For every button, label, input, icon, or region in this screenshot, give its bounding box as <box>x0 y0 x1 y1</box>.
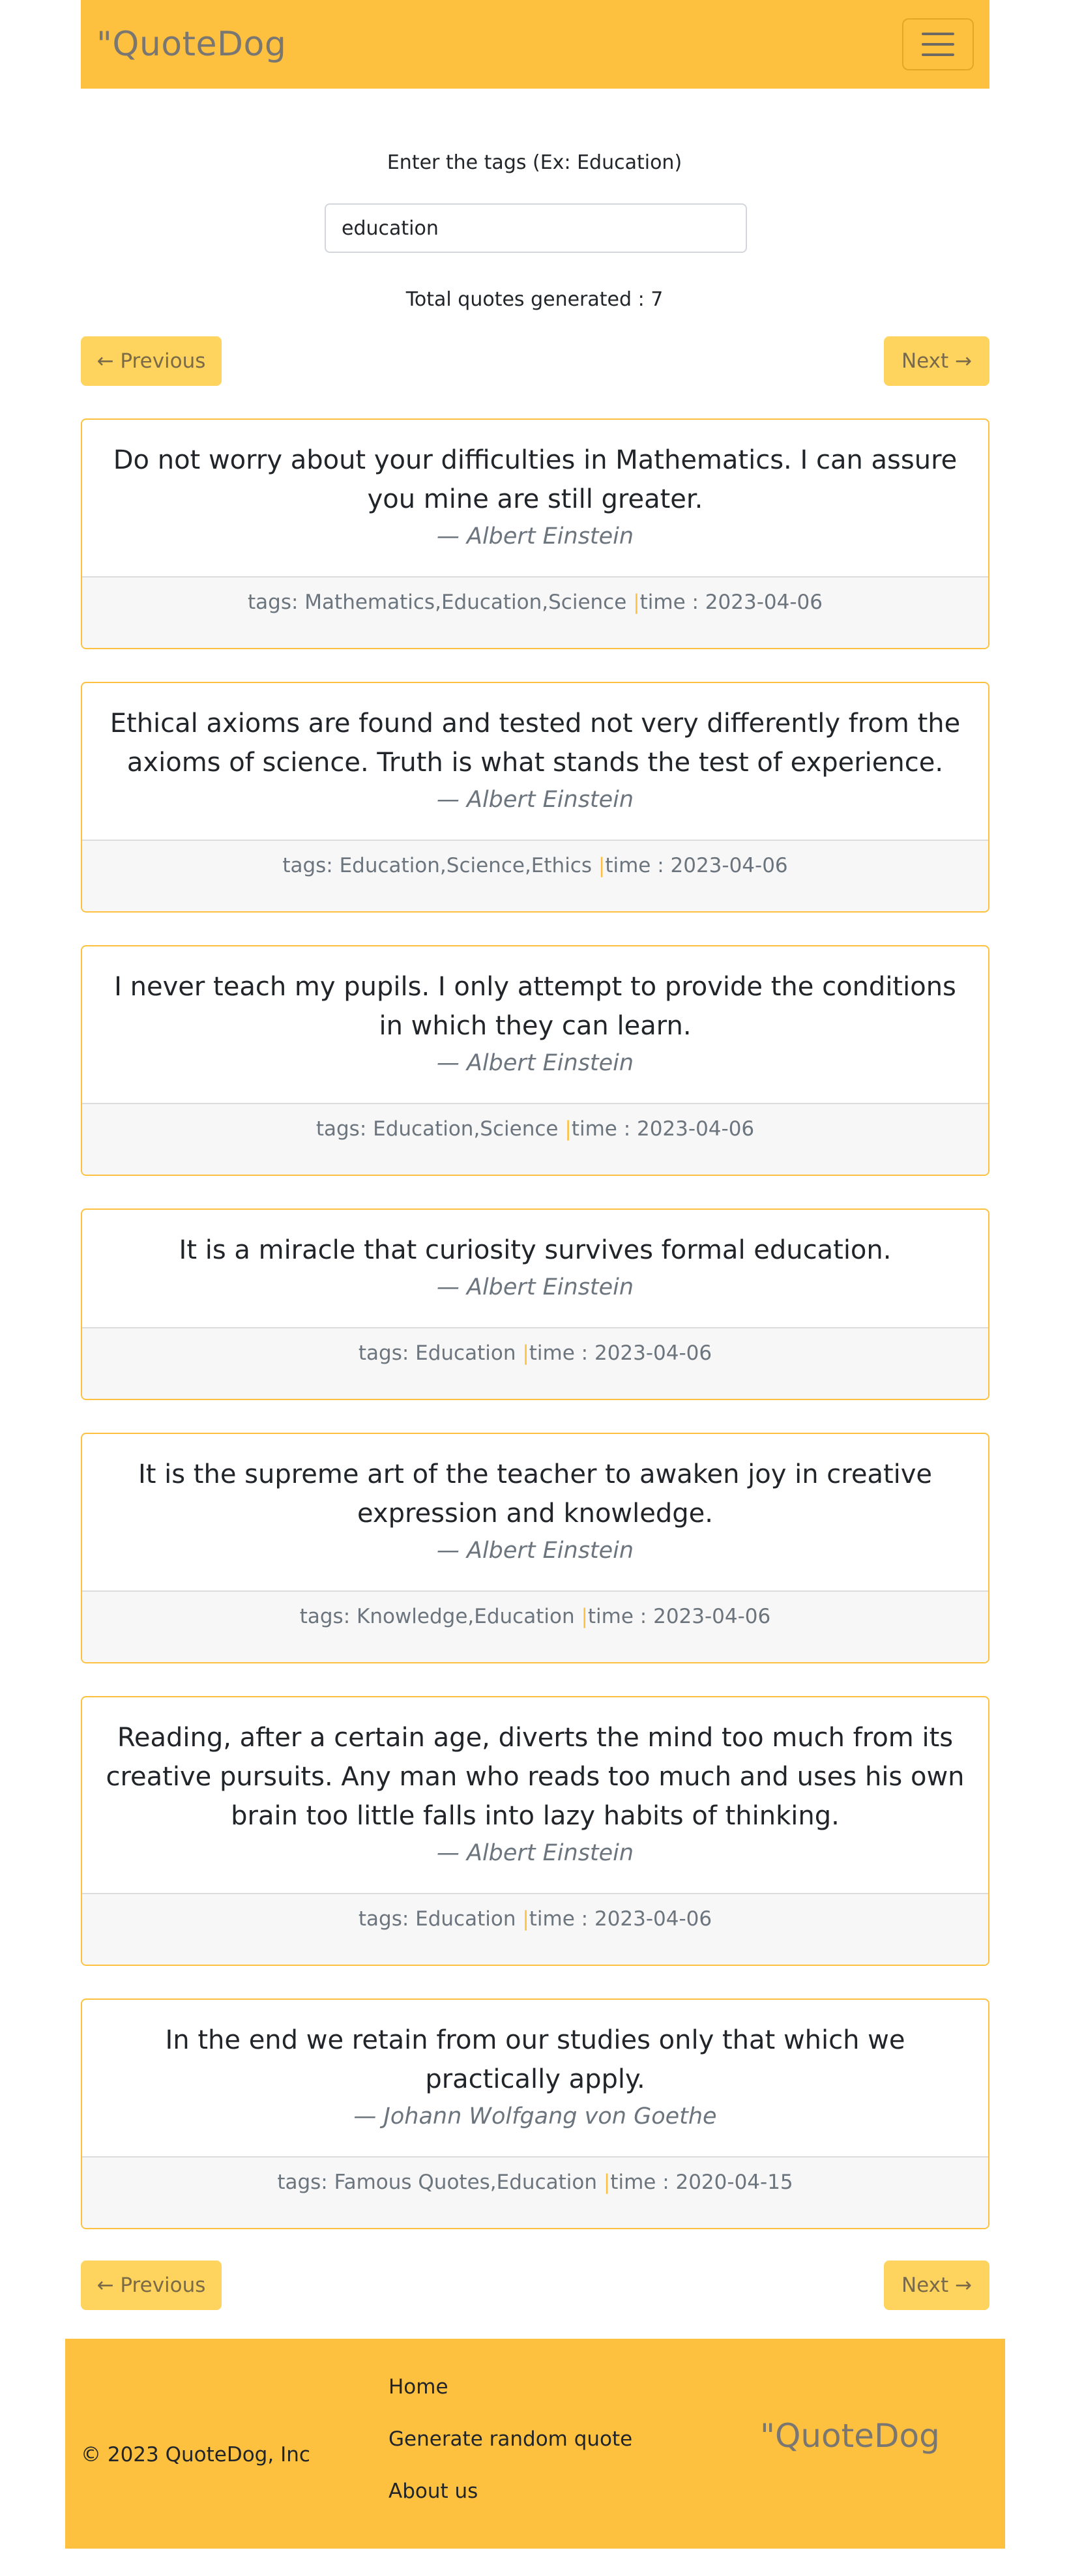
quote-card: Do not worry about your difficulties in … <box>81 418 989 649</box>
quote-text: Reading, after a certain age, diverts th… <box>106 1723 965 1831</box>
quote-card: It is a miracle that curiosity survives … <box>81 1208 989 1400</box>
quote-card: I never teach my pupils. I only attempt … <box>81 945 989 1176</box>
meta-separator: | <box>598 854 606 877</box>
quote-card: Reading, after a certain age, diverts th… <box>81 1696 989 1966</box>
quote-text: Do not worry about your difficulties in … <box>113 445 958 514</box>
previous-button[interactable]: ← Previous <box>81 336 222 386</box>
quote-meta: tags: Education,Science |time : 2023-04-… <box>82 1103 988 1175</box>
hamburger-menu-icon <box>922 33 954 35</box>
site-footer: © 2023 QuoteDog, Inc Home Generate rando… <box>65 2339 1005 2549</box>
meta-separator: | <box>522 1907 529 1931</box>
footer-nav: Home Generate random quote About us <box>388 2374 632 2530</box>
quote-tags: tags: Education <box>358 1907 523 1931</box>
previous-button-bottom[interactable]: ← Previous <box>81 2261 222 2310</box>
meta-separator: | <box>522 1341 529 1365</box>
hamburger-menu-button[interactable] <box>902 18 974 70</box>
quote-author: — Albert Einstein <box>436 1274 634 1300</box>
quote-meta: tags: Mathematics,Education,Science |tim… <box>82 576 988 648</box>
brand-logo[interactable]: "QuoteDog <box>96 25 286 64</box>
quote-time: time : 2023-04-06 <box>639 591 823 614</box>
quote-text: I never teach my pupils. I only attempt … <box>114 972 956 1041</box>
quote-tags: tags: Education <box>358 1341 523 1365</box>
meta-separator: | <box>633 591 640 614</box>
meta-separator: | <box>603 2171 611 2194</box>
quote-meta: tags: Education,Science,Ethics |time : 2… <box>82 840 988 911</box>
copyright-text: © 2023 QuoteDog, Inc <box>81 2443 310 2466</box>
quote-time: time : 2020-04-15 <box>610 2171 793 2194</box>
quote-text: Ethical axioms are found and tested not … <box>110 709 961 778</box>
quote-author: — Albert Einstein <box>436 1538 634 1564</box>
meta-separator: | <box>581 1605 588 1628</box>
quote-card: In the end we retain from our studies on… <box>81 1998 989 2229</box>
quote-text: In the end we retain from our studies on… <box>165 2025 905 2094</box>
quote-tags: tags: Knowledge,Education <box>299 1605 581 1628</box>
quote-author: — Albert Einstein <box>436 1050 634 1076</box>
next-button-bottom[interactable]: Next → <box>884 2261 989 2310</box>
quote-time: time : 2023-04-06 <box>605 854 788 877</box>
quote-author: — Albert Einstein <box>436 787 634 813</box>
footer-link-generate-random-quote[interactable]: Generate random quote <box>388 2426 632 2452</box>
quote-text: It is a miracle that curiosity survives … <box>179 1235 892 1265</box>
quote-time: time : 2023-04-06 <box>529 1341 712 1365</box>
quote-tags: tags: Education,Science <box>315 1117 565 1141</box>
next-button[interactable]: Next → <box>884 336 989 386</box>
quote-meta: tags: Famous Quotes,Education |time : 20… <box>82 2156 988 2228</box>
quote-text: It is the supreme art of the teacher to … <box>138 1459 933 1529</box>
footer-link-about-us[interactable]: About us <box>388 2478 632 2504</box>
quote-author: — Johann Wolfgang von Goethe <box>353 2103 717 2130</box>
quote-card: Ethical axioms are found and tested not … <box>81 682 989 913</box>
quote-meta: tags: Knowledge,Education |time : 2023-0… <box>82 1590 988 1662</box>
quote-author: — Albert Einstein <box>436 523 634 549</box>
tag-search-input[interactable] <box>325 203 747 253</box>
quote-time: time : 2023-04-06 <box>587 1605 771 1628</box>
quote-time: time : 2023-04-06 <box>529 1907 712 1931</box>
quote-time: time : 2023-04-06 <box>571 1117 755 1141</box>
hamburger-menu-icon-bar <box>922 43 954 46</box>
quote-card: It is the supreme art of the teacher to … <box>81 1433 989 1663</box>
quote-tags: tags: Mathematics,Education,Science <box>248 591 634 614</box>
total-quotes-text: Total quotes generated : 7 <box>405 288 664 311</box>
tag-input-label: Enter the tags (Ex: Education) <box>387 151 682 174</box>
footer-brand-logo[interactable]: "QuoteDog <box>760 2417 940 2455</box>
quote-meta: tags: Education |time : 2023-04-06 <box>82 1893 988 1965</box>
meta-separator: | <box>564 1117 572 1141</box>
quote-meta: tags: Education |time : 2023-04-06 <box>82 1327 988 1399</box>
quote-tags: tags: Education,Science,Ethics <box>282 854 598 877</box>
footer-link-home[interactable]: Home <box>388 2374 632 2400</box>
quote-tags: tags: Famous Quotes,Education <box>277 2171 604 2194</box>
quote-author: — Albert Einstein <box>436 1840 634 1866</box>
navbar: "QuoteDog <box>81 0 989 89</box>
hamburger-menu-icon-bar <box>922 53 954 56</box>
